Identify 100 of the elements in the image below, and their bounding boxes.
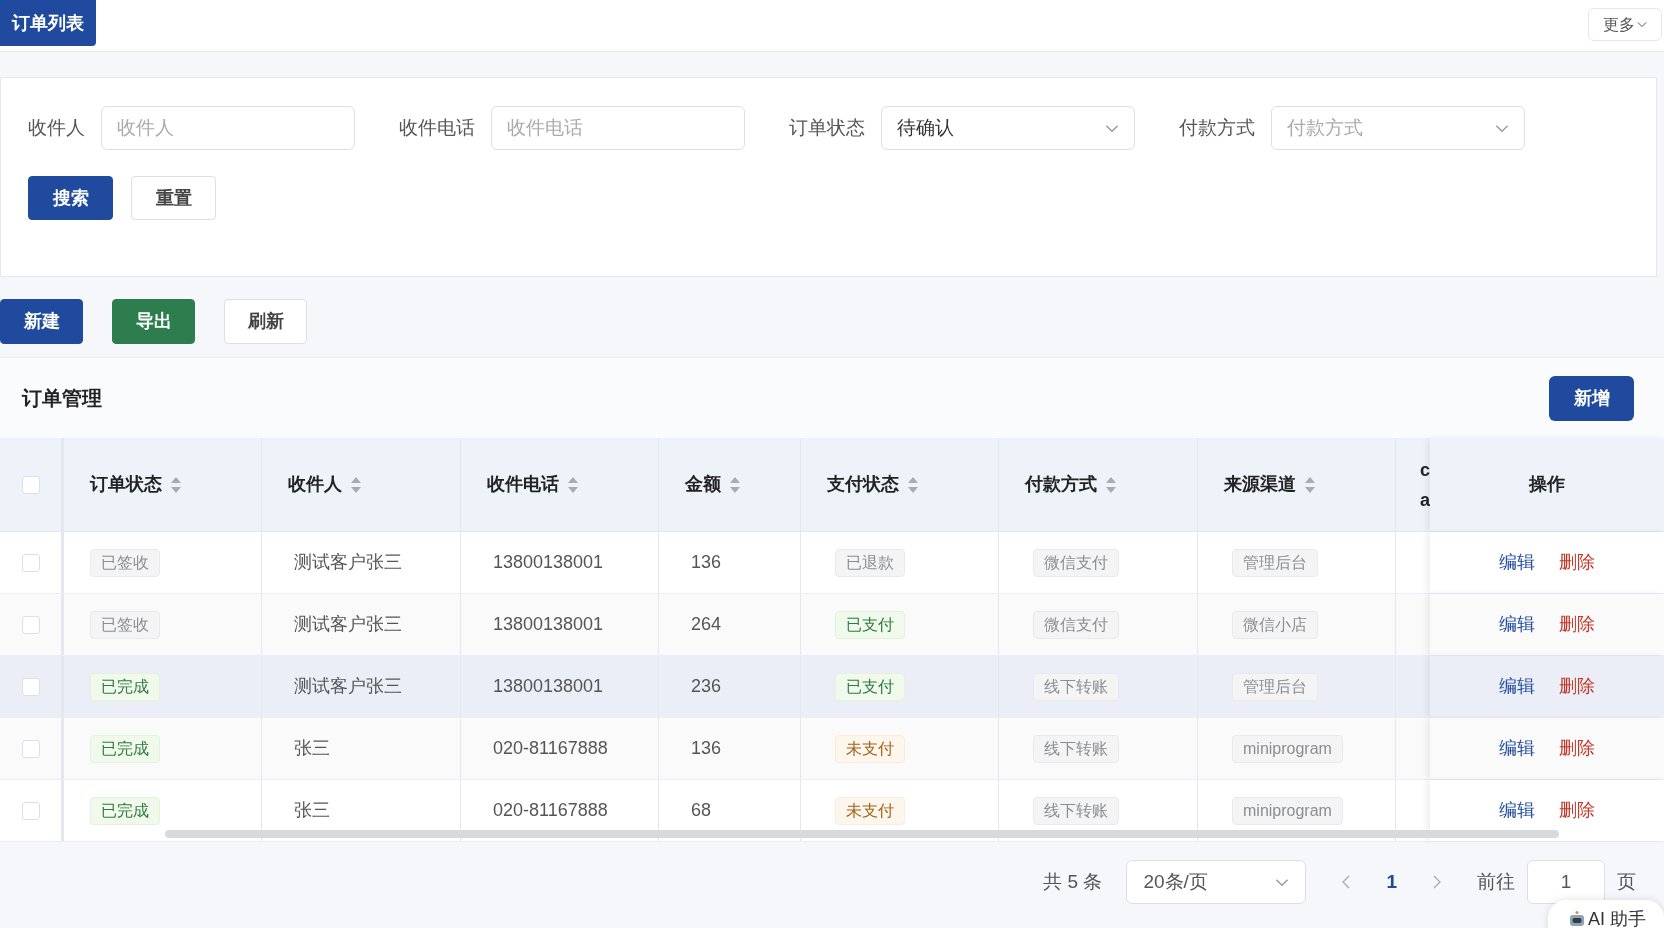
total-count: 共 5 条 [1043, 869, 1103, 894]
sort-icon[interactable] [567, 475, 579, 494]
field-label: 订单状态 [789, 115, 865, 140]
status-tag: 已签收 [90, 610, 160, 639]
chevron-down-icon [1637, 21, 1647, 28]
column-header: 来源渠道 [1224, 473, 1296, 496]
status-tag: 已退款 [835, 548, 905, 577]
status-tag: 已支付 [835, 610, 905, 639]
table-cell-text: 236 [690, 675, 722, 698]
status-tag: 微信支付 [1033, 610, 1119, 639]
edit-link[interactable]: 编辑 [1499, 611, 1535, 638]
table-cell-text: 020-81167888 [492, 799, 608, 822]
sort-icon[interactable] [729, 475, 741, 494]
page-tab[interactable]: 订单列表 [0, 0, 96, 46]
row-checkbox[interactable] [21, 677, 40, 696]
edit-link[interactable]: 编辑 [1499, 549, 1535, 576]
row-checkbox[interactable] [21, 553, 40, 572]
status-tag: 已完成 [90, 796, 160, 825]
status-tag: 未支付 [835, 734, 905, 763]
delete-link[interactable]: 删除 [1559, 735, 1595, 762]
column-header: 付款方式 [1025, 473, 1097, 496]
row-checkbox[interactable] [21, 739, 40, 758]
edit-link[interactable]: 编辑 [1499, 673, 1535, 700]
status-tag: 已签收 [90, 548, 160, 577]
next-page-icon[interactable] [1433, 875, 1441, 889]
action-button[interactable]: 搜索 [28, 176, 113, 220]
action-button[interactable]: 新建 [0, 299, 83, 344]
page-input[interactable]: 1 [1527, 860, 1605, 904]
sort-icon[interactable] [907, 475, 919, 494]
table-cell-text: 13800138001 [492, 551, 604, 574]
column-header: 订单状态 [90, 473, 162, 496]
row-checkbox[interactable] [21, 615, 40, 634]
column-header: 支付状态 [827, 473, 899, 496]
assistant-button[interactable]: AI 助手 [1548, 900, 1664, 928]
select-field[interactable]: 待确认 [881, 106, 1135, 150]
status-tag: 未支付 [835, 796, 905, 825]
column-header: 收件电话 [487, 473, 559, 496]
status-tag: 管理后台 [1232, 672, 1318, 701]
robot-icon [1568, 910, 1586, 928]
chevron-down-icon [1495, 123, 1509, 133]
table-cell-text: 136 [690, 737, 722, 760]
table-row[interactable]: 已签收 测试客户张三 13800138001 264 已支付 微信支付 微信小店 编辑 删除 [0, 594, 1664, 656]
table-cell-text: 68 [690, 799, 712, 822]
chevron-down-icon [1105, 123, 1119, 133]
table-row[interactable]: 已完成 测试客户张三 13800138001 236 已支付 线下转账 管理后台 编辑 删除 [0, 656, 1664, 718]
page-number[interactable]: 1 [1386, 867, 1397, 897]
column-header: 收件人 [288, 473, 342, 496]
sort-icon[interactable] [350, 475, 362, 494]
status-tag: 线下转账 [1033, 672, 1119, 701]
table-cell-text: 测试客户张三 [293, 551, 402, 574]
page-suffix: 页 [1617, 869, 1636, 894]
sort-icon[interactable] [1105, 475, 1117, 494]
table-title: 订单管理 [22, 386, 102, 411]
delete-link[interactable]: 删除 [1559, 611, 1595, 638]
select-all-checkbox[interactable] [21, 475, 40, 494]
edit-link[interactable]: 编辑 [1499, 735, 1535, 762]
sort-icon[interactable] [170, 475, 182, 494]
status-tag: 已支付 [835, 672, 905, 701]
status-tag: 线下转账 [1033, 796, 1119, 825]
status-tag: 微信小店 [1232, 610, 1318, 639]
table-cell-text: 13800138001 [492, 675, 604, 698]
table-cell-text: 测试客户张三 [293, 675, 402, 698]
input-field[interactable]: 收件电话 [491, 106, 745, 150]
column-header: c [1420, 458, 1430, 482]
table-row[interactable]: 已签收 测试客户张三 13800138001 136 已退款 微信支付 管理后台 编辑 删除 [0, 532, 1664, 594]
table-cell-text: 张三 [293, 737, 330, 760]
status-tag: 微信支付 [1033, 548, 1119, 577]
table-cell-text: 020-81167888 [492, 737, 608, 760]
status-tag: 线下转账 [1033, 734, 1119, 763]
status-tag: 已完成 [90, 734, 160, 763]
page-size-select[interactable]: 20条/页 [1126, 860, 1307, 904]
status-tag: miniprogram [1232, 796, 1343, 825]
column-header: a [1420, 488, 1430, 512]
horizontal-scrollbar[interactable] [165, 830, 1559, 838]
plain-button[interactable]: 刷新 [224, 299, 307, 344]
goto-label: 前往 [1477, 869, 1515, 894]
field-label: 收件人 [28, 115, 85, 140]
more-button[interactable]: 更多 [1588, 8, 1662, 41]
table-cell-text: 测试客户张三 [293, 613, 402, 636]
table-row[interactable]: 已完成 张三 020-81167888 136 未支付 线下转账 miniprogram 编辑 删除 [0, 718, 1664, 780]
status-tag: miniprogram [1232, 734, 1343, 763]
field-label: 收件电话 [399, 115, 475, 140]
action-button[interactable]: 导出 [112, 299, 195, 344]
column-header: 操作 [1529, 473, 1565, 496]
table-cell-text: 张三 [293, 799, 330, 822]
table-cell-text: 136 [690, 551, 722, 574]
row-checkbox[interactable] [21, 801, 40, 820]
delete-link[interactable]: 删除 [1559, 673, 1595, 700]
delete-link[interactable]: 删除 [1559, 549, 1595, 576]
column-header: 金额 [685, 473, 721, 496]
chevron-down-icon [1275, 877, 1290, 887]
field-label: 付款方式 [1179, 115, 1255, 140]
delete-link[interactable]: 删除 [1559, 797, 1595, 824]
edit-link[interactable]: 编辑 [1499, 797, 1535, 824]
sort-icon[interactable] [1304, 475, 1316, 494]
prev-page-icon[interactable] [1342, 875, 1351, 889]
input-field[interactable]: 收件人 [101, 106, 355, 150]
table-cell-text: 13800138001 [492, 613, 604, 636]
add-button[interactable]: 新增 [1549, 375, 1634, 421]
plain-button[interactable]: 重置 [131, 176, 216, 220]
